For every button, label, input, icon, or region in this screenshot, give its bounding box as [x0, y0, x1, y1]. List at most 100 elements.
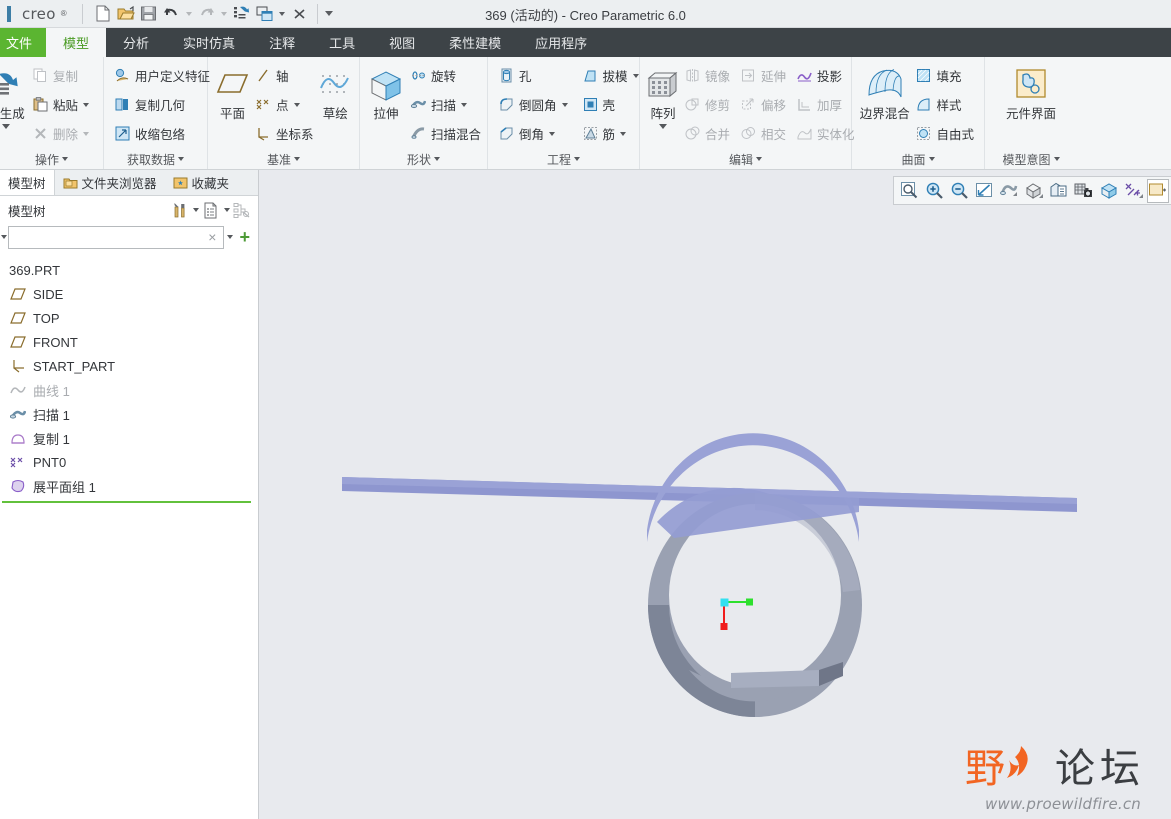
regenerate-caret-icon[interactable]	[2, 124, 10, 129]
ribbon-swept-blend[interactable]: 扫描混合	[406, 119, 485, 148]
ribbon-offset[interactable]: 偏移	[736, 90, 790, 119]
search-dropdown-caret-icon[interactable]	[224, 227, 235, 247]
nav-tab-model-tree[interactable]: 模型树	[0, 170, 55, 195]
regenerate-button[interactable]: 新生成	[0, 61, 26, 149]
group-label-model-intent[interactable]: 模型意图	[985, 149, 1077, 169]
tab-file[interactable]: 文件	[0, 28, 47, 57]
ribbon-round[interactable]: 倒圆角	[494, 90, 572, 119]
search-input[interactable]	[13, 230, 206, 244]
ribbon-mirror[interactable]: 镜像	[680, 61, 734, 90]
ribbon-hole[interactable]: 孔	[494, 61, 572, 90]
tree-item-top[interactable]: TOP	[0, 306, 258, 330]
tree-filter-icon[interactable]	[232, 200, 252, 220]
display-style-icon[interactable]	[1022, 179, 1046, 203]
search-input-wrapper[interactable]: ×	[8, 225, 225, 249]
tab-analysis[interactable]: 分析	[106, 28, 166, 57]
qat-overflow-caret[interactable]	[324, 3, 335, 25]
ribbon-chamfer[interactable]: 倒角	[494, 119, 572, 148]
ribbon-sweep[interactable]: 扫描	[406, 90, 485, 119]
insert-here-marker[interactable]	[2, 501, 251, 503]
sketch-button[interactable]: 草绘	[318, 61, 353, 149]
chamfer-dropdown-caret[interactable]	[549, 131, 556, 136]
ribbon-copy-geometry[interactable]: 复制几何	[110, 90, 214, 119]
close-window-icon[interactable]	[289, 3, 311, 25]
tab-annotate[interactable]: 注释	[252, 28, 312, 57]
ribbon-trim[interactable]: 修剪	[680, 90, 734, 119]
refit-icon[interactable]	[972, 179, 996, 203]
zoom-window-icon[interactable]	[897, 179, 921, 203]
tree-item-copy[interactable]: 复制 1	[0, 426, 258, 450]
ribbon-datum-point[interactable]: 点	[251, 90, 318, 119]
pattern-caret-icon[interactable]	[659, 124, 667, 129]
tree-item-flatten-quilt[interactable]: 展平面组 1	[0, 474, 258, 498]
ribbon-revolve[interactable]: 旋转	[406, 61, 485, 90]
ribbon-solidify[interactable]: 实体化	[792, 119, 859, 148]
ribbon-intersect[interactable]: 相交	[736, 119, 790, 148]
extrude-button[interactable]: 拉伸	[366, 61, 406, 149]
clear-search-icon[interactable]: ×	[205, 230, 219, 244]
tree-item-side[interactable]: SIDE	[0, 282, 258, 306]
datum-plane-button[interactable]: 平面	[214, 61, 251, 149]
ribbon-shrinkwrap[interactable]: 收缩包络	[110, 119, 214, 148]
appearance-icon[interactable]	[1147, 178, 1169, 203]
paste-dropdown-caret[interactable]	[83, 102, 90, 107]
group-label-engineering[interactable]: 工程	[488, 149, 639, 169]
window-dropdown-caret[interactable]	[277, 3, 288, 25]
nav-tab-folder-browser[interactable]: 文件夹浏览器	[55, 170, 165, 195]
group-label-operations[interactable]: 操作	[0, 149, 103, 169]
tree-item-sweep[interactable]: 扫描 1	[0, 402, 258, 426]
new-file-icon[interactable]	[92, 3, 114, 25]
annotation-display-icon[interactable]	[1122, 179, 1146, 203]
tree-item-part[interactable]: 369.PRT	[0, 258, 258, 282]
datum-display-icon[interactable]	[997, 179, 1021, 203]
perspective-icon[interactable]	[1097, 179, 1121, 203]
tree-item-start-part[interactable]: START_PART	[0, 354, 258, 378]
zoom-in-icon[interactable]	[922, 179, 946, 203]
ribbon-merge[interactable]: 合并	[680, 119, 734, 148]
ribbon-thicken[interactable]: 加厚	[792, 90, 859, 119]
tree-item-curve[interactable]: 曲线 1	[0, 378, 258, 402]
tab-view[interactable]: 视图	[372, 28, 432, 57]
ribbon-shell[interactable]: 壳	[578, 90, 643, 119]
group-label-shapes[interactable]: 形状	[360, 149, 487, 169]
tab-live-simulation[interactable]: 实时仿真	[166, 28, 252, 57]
tree-display-caret-icon[interactable]	[221, 200, 232, 220]
ribbon-rib[interactable]: 筋	[578, 119, 643, 148]
window-switch-icon[interactable]	[254, 3, 276, 25]
regenerate-icon[interactable]	[231, 3, 253, 25]
ribbon-freestyle[interactable]: 自由式	[911, 119, 978, 148]
ribbon-fill[interactable]: 填充	[911, 61, 978, 90]
saved-views-icon[interactable]	[1047, 179, 1071, 203]
open-file-icon[interactable]	[115, 3, 137, 25]
tree-item-pnt0[interactable]: PNT0	[0, 450, 258, 474]
redo-dropdown-caret[interactable]	[219, 3, 230, 25]
pattern-button[interactable]: 阵列	[646, 61, 680, 149]
ribbon-copy[interactable]: 复制	[28, 61, 93, 90]
ribbon-style[interactable]: 样式	[911, 90, 978, 119]
tree-settings-icon[interactable]	[170, 200, 190, 220]
group-label-editing[interactable]: 编辑	[640, 149, 851, 169]
group-label-datum[interactable]: 基准	[208, 149, 359, 169]
rib-dropdown-caret[interactable]	[620, 131, 627, 136]
ribbon-extend[interactable]: 延伸	[736, 61, 790, 90]
undo-icon[interactable]	[161, 3, 183, 25]
tree-settings-caret-icon[interactable]	[190, 200, 201, 220]
ribbon-paste[interactable]: 粘贴	[28, 90, 93, 119]
ribbon-draft[interactable]: 拔模	[578, 61, 643, 90]
tab-tools[interactable]: 工具	[312, 28, 372, 57]
zoom-out-icon[interactable]	[947, 179, 971, 203]
tab-applications[interactable]: 应用程序	[518, 28, 604, 57]
component-interface-button[interactable]: 元件界面	[996, 61, 1066, 149]
redo-icon[interactable]	[196, 3, 218, 25]
delete-dropdown-caret[interactable]	[83, 131, 90, 136]
sweep-dropdown-caret[interactable]	[461, 102, 468, 107]
ribbon-udf[interactable]: 用户定义特征	[110, 61, 214, 90]
group-label-get-data[interactable]: 获取数据	[104, 149, 207, 169]
scene-camera-icon[interactable]	[1072, 179, 1096, 203]
ribbon-delete[interactable]: 删除	[28, 119, 93, 148]
tree-display-icon[interactable]	[201, 200, 221, 220]
ribbon-csys[interactable]: 坐标系	[251, 119, 318, 148]
boundary-blend-button[interactable]: 边界混合	[858, 61, 911, 149]
graphics-viewport[interactable]: 野 论 坛 www.proewildfire.cn	[259, 170, 1171, 819]
ribbon-project[interactable]: 投影	[792, 61, 859, 90]
